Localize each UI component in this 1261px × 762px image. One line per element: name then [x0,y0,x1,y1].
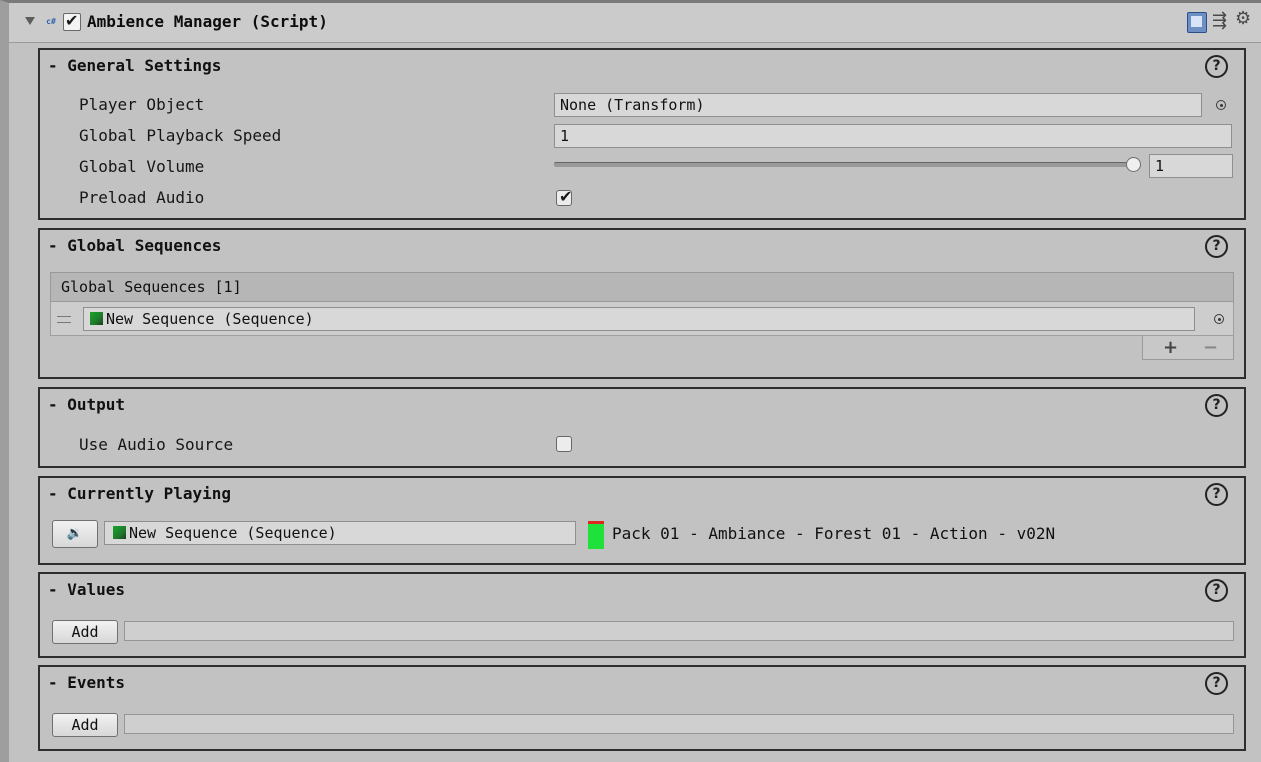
current-sequence-value: New Sequence (Sequence) [129,524,337,542]
volume-slider-knob[interactable] [1126,157,1141,172]
component-header[interactable]: c# ✔ Ambience Manager (Script) ⇶ ⚙ [9,3,1261,43]
object-picker-icon[interactable] [1214,314,1224,324]
panel-title: - Values [48,580,126,599]
playback-speed-field[interactable]: 1 [554,124,1232,148]
player-object-label: Player Object [79,95,205,114]
current-sequence-field[interactable]: New Sequence (Sequence) [104,521,576,545]
panel-title: - Events [48,673,126,692]
currently-playing-panel: - Currently Playing ? 🔉 New Sequence (Se… [38,476,1246,565]
preset-icon[interactable]: ⇶ [1212,10,1227,31]
sequence-asset-icon [113,526,126,539]
values-panel: - Values ? Add [38,572,1246,658]
add-item-button[interactable]: + [1163,337,1178,358]
playback-speed-label: Global Playback Speed [79,126,282,145]
help-icon[interactable]: ? [1205,483,1228,506]
help-icon[interactable]: ? [1205,235,1228,258]
component-title: Ambience Manager (Script) [87,12,328,31]
use-audio-source-label: Use Audio Source [79,435,234,454]
events-field[interactable] [124,714,1234,734]
object-picker-icon[interactable] [1216,100,1226,110]
use-audio-source-checkbox[interactable] [556,436,572,452]
global-sequences-panel: - Global Sequences ? Global Sequences [1… [38,228,1246,379]
events-panel: - Events ? Add [38,665,1246,751]
preload-audio-checkbox[interactable]: ✔ [556,187,573,206]
help-icon[interactable]: ? [1205,55,1228,78]
output-panel: - Output ? Use Audio Source [38,387,1246,468]
current-track-name: Pack 01 - Ambiance - Forest 01 - Action … [612,524,1056,543]
values-field[interactable] [124,621,1234,641]
sequence-field-value: New Sequence (Sequence) [106,310,314,328]
list-add-remove-footer: + − [1142,336,1234,360]
add-event-button[interactable]: Add [52,713,118,737]
global-sequences-list-header: Global Sequences [1] [50,272,1234,302]
play-sound-button[interactable]: 🔉 [52,520,98,548]
list-item[interactable]: New Sequence (Sequence) [83,307,1195,331]
panel-title: - General Settings [48,56,222,75]
panel-title: - Currently Playing [48,484,232,503]
gear-icon[interactable]: ⚙ [1235,8,1251,29]
help-icon[interactable]: ? [1205,394,1228,417]
global-volume-label: Global Volume [79,157,205,176]
csharp-script-icon: c# [42,13,60,31]
reference-book-icon[interactable] [1187,12,1207,33]
add-value-button[interactable]: Add [52,620,118,644]
help-icon[interactable]: ? [1205,579,1228,602]
panel-title: - Global Sequences [48,236,222,255]
checkmark-icon: ✔ [559,187,573,206]
remove-item-button[interactable]: − [1203,337,1218,358]
player-object-field[interactable]: None (Transform) [554,93,1202,117]
volume-slider-track[interactable] [554,162,1134,167]
speaker-icon: 🔉 [66,526,84,541]
checkmark-icon: ✔ [65,11,79,30]
global-volume-field[interactable]: 1 [1149,154,1233,178]
preload-audio-label: Preload Audio [79,188,205,207]
audio-level-meter [588,521,604,549]
sequence-asset-icon [90,312,103,325]
component-enabled-checkbox[interactable]: ✔ [63,11,81,31]
global-sequences-list: New Sequence (Sequence) [50,302,1234,336]
panel-title: - Output [48,395,126,414]
general-settings-panel: - General Settings ? Player Object None … [38,48,1246,220]
drag-handle-icon[interactable] [57,316,71,323]
foldout-arrow-icon[interactable] [25,17,35,25]
help-icon[interactable]: ? [1205,672,1228,695]
